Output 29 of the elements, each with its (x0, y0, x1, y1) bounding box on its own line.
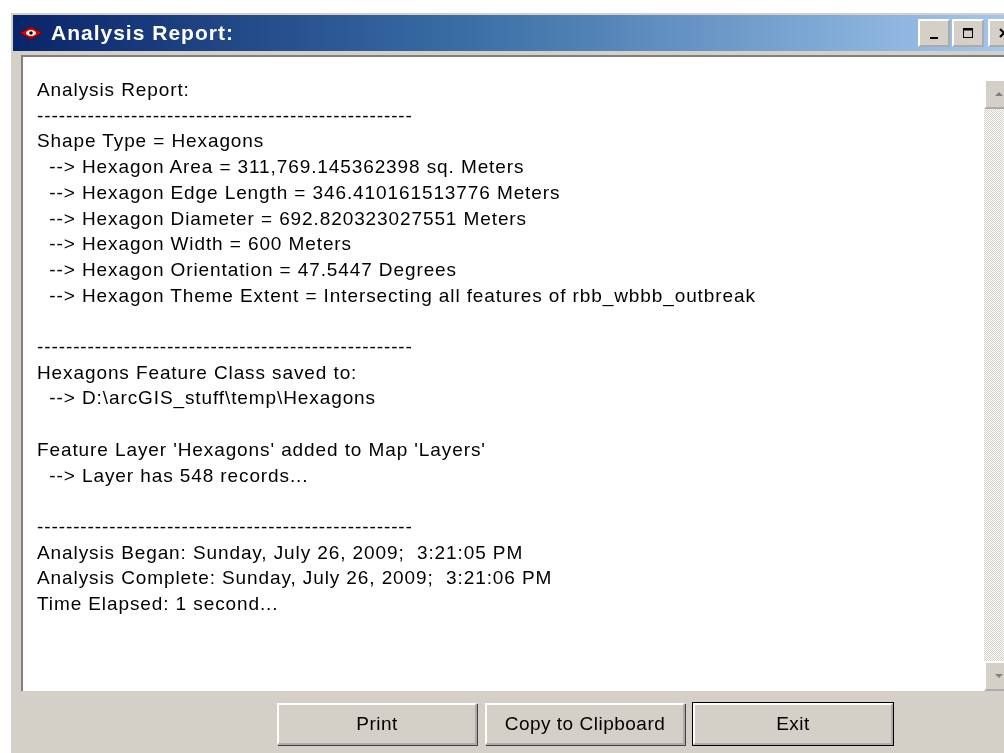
report-line: --> Hexagon Theme Extent = Intersecting all features of rbb_wbbb_outbreak (48, 283, 757, 309)
report-text-area[interactable] (21, 55, 1004, 691)
dialog-button[interactable]: Exit (693, 703, 893, 745)
report-line: --> D:\arcGIS_stuff\temp\Hexagons (48, 386, 377, 411)
up-arrow-icon (994, 91, 1004, 97)
report-line: Feature Layer 'Hexagons' added to Map 'Layers' (37, 437, 487, 462)
report-line: Analysis Began: Sunday, July 26, 2009; 3:21:05 PM (37, 540, 525, 565)
report-line: ---------------------------------------------------- (37, 335, 414, 359)
report-line: --> Hexagon Width = 600 Meters (48, 232, 353, 257)
report-line: --> Hexagon Diameter = 692.820323027551 Meters (48, 206, 528, 231)
report-line: Hexagons Feature Class saved to: (37, 360, 359, 385)
report-line: ---------------------------------------------------- (37, 514, 414, 539)
dialog-button[interactable]: Copy to Clipboard (485, 703, 685, 745)
down-arrow-icon (994, 673, 1004, 679)
report-line: ---------------------------------------------------- (37, 103, 414, 128)
report-line: Shape Type = Hexagons (37, 129, 266, 154)
minimize-icon (930, 37, 938, 39)
window-title: Analysis Report: (51, 21, 235, 45)
report-line: --> Hexagon Orientation = 47.5447 Degrees (48, 257, 458, 282)
maximize-button[interactable] (952, 19, 984, 47)
maximize-icon (962, 28, 974, 38)
dialog-button[interactable]: Print (277, 703, 477, 745)
report-line: --> Hexagon Area = 311,769.145362398 sq. Meters (48, 155, 526, 180)
report-line: Analysis Complete: Sunday, July 26, 2009; 3:21:06 PM (37, 566, 554, 591)
eye-icon (19, 26, 43, 40)
report-line: Time Elapsed: 1 second... (37, 592, 280, 616)
report-line: --> Layer has 548 records... (48, 463, 310, 488)
report-line: --> Hexagon Edge Length = 346.410161513776 Meters (48, 180, 562, 205)
report-line: Analysis Report: (37, 78, 191, 102)
